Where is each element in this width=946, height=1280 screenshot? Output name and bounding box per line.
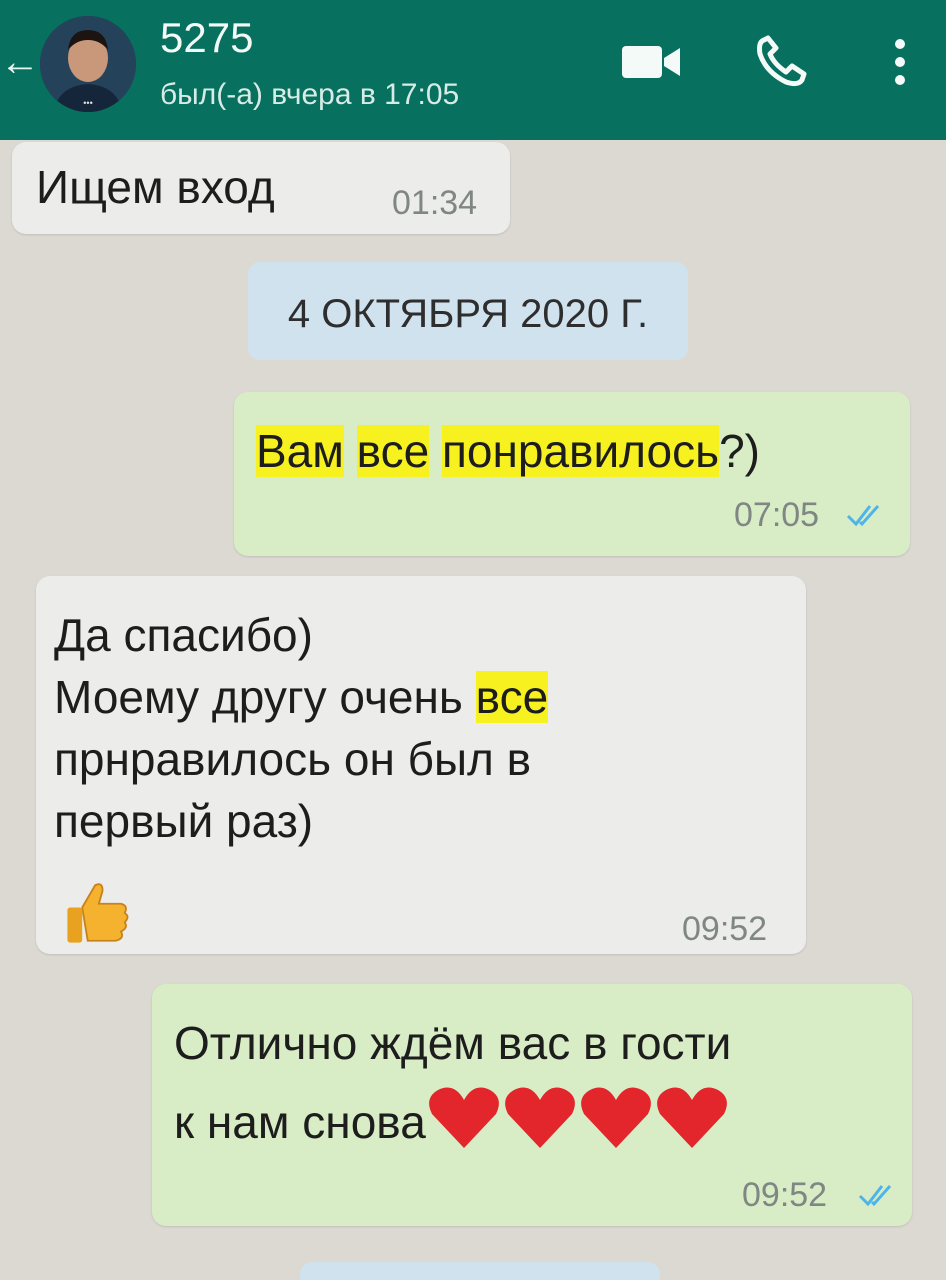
date-separator-partial xyxy=(300,1262,660,1280)
highlighted-word: понравилось xyxy=(441,425,720,477)
highlighted-word: все xyxy=(475,671,549,723)
message-bubble-outgoing[interactable]: Отлично ждём вас в гости к нам снова 09:… xyxy=(152,984,912,1226)
message-line-part: Моему другу очень xyxy=(54,671,463,723)
contact-name[interactable]: 5275 xyxy=(160,14,253,62)
message-line: Да спасибо) xyxy=(54,609,313,661)
message-time: 07:05 xyxy=(734,496,820,534)
message-line: прнравилось он был в xyxy=(54,733,532,785)
arrow-left-icon[interactable]: ← xyxy=(0,42,40,82)
message-text: Вам все понравилось?) xyxy=(256,420,760,482)
highlighted-word: Вам xyxy=(256,425,344,477)
message-text: Да спасибо) Моему другу очень все прнрав… xyxy=(54,604,549,852)
message-time: 01:34 xyxy=(392,184,478,222)
message-time: 09:52 xyxy=(742,1176,828,1214)
message-line: первый раз) xyxy=(54,795,314,847)
video-call-icon[interactable] xyxy=(618,34,684,90)
message-line: к нам снова xyxy=(174,1084,731,1153)
message-bubble-incoming[interactable]: Ищем вход 01:34 xyxy=(12,142,510,234)
message-text: Ищем вход xyxy=(36,161,275,213)
message-line-part: к нам снова xyxy=(174,1096,426,1148)
message-text: Отлично ждём вас в гости к нам снова xyxy=(174,1012,731,1153)
contact-status: был(-а) вчера в 17:05 xyxy=(160,78,460,111)
red-heart-icon xyxy=(504,1087,575,1148)
avatar[interactable]: ••• xyxy=(40,16,136,112)
double-check-icon xyxy=(858,1185,892,1207)
message-bubble-incoming[interactable]: Да спасибо) Моему другу очень все прнрав… xyxy=(36,576,806,954)
message-line: Моему другу очень все xyxy=(54,666,549,728)
date-separator: 4 ОКТЯБРЯ 2020 Г. xyxy=(248,262,688,360)
more-vertical-icon[interactable] xyxy=(880,34,920,90)
phone-icon[interactable] xyxy=(752,34,812,90)
red-heart-icon xyxy=(580,1087,651,1148)
red-heart-icon xyxy=(656,1087,727,1148)
thumbs-up-icon xyxy=(67,883,129,943)
highlighted-word: все xyxy=(356,425,430,477)
red-heart-icon xyxy=(428,1087,499,1148)
chat-header: ← ••• 5275 был(-а) вчера в 17:05 xyxy=(0,0,946,140)
date-separator-text: 4 ОКТЯБРЯ 2020 Г. xyxy=(287,292,649,336)
message-text-end: ?) xyxy=(719,425,760,477)
svg-text:•••: ••• xyxy=(83,98,92,108)
double-check-icon xyxy=(846,505,880,527)
message-time: 09:52 xyxy=(682,910,768,948)
message-bubble-outgoing[interactable]: Вам все понравилось?) 07:05 xyxy=(234,392,910,556)
message-line: Отлично ждём вас в гости xyxy=(174,1017,732,1069)
